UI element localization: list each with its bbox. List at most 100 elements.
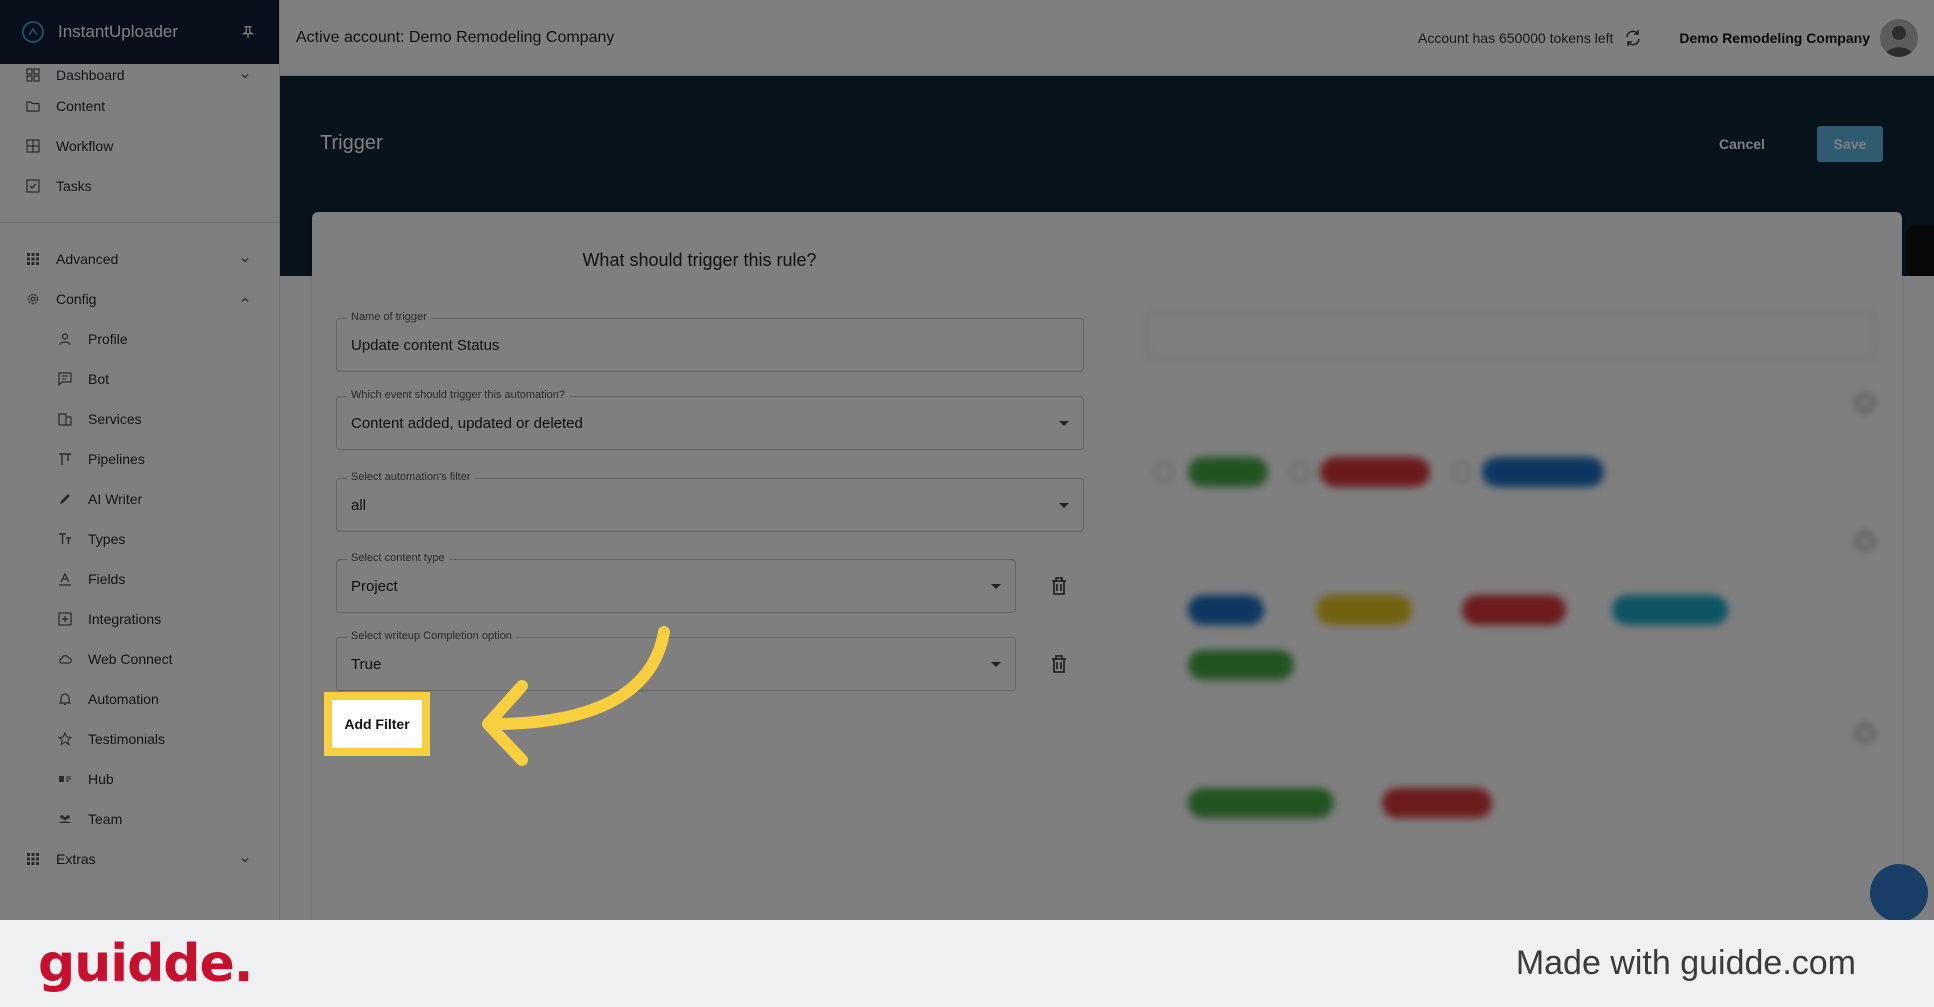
blurred-chip xyxy=(1188,650,1294,680)
sidebar-item-pipelines[interactable]: Pipelines xyxy=(0,439,279,479)
sidebar-item-testimonials[interactable]: Testimonials xyxy=(0,719,279,759)
blurred-radio xyxy=(1452,462,1472,482)
blurred-chip xyxy=(1320,457,1430,487)
sidebar-item-team[interactable]: Team xyxy=(0,799,279,839)
event-select[interactable]: Which event should trigger this automati… xyxy=(336,389,1084,450)
sidebar-item-advanced[interactable]: Advanced xyxy=(0,239,279,279)
folder-icon xyxy=(26,99,40,113)
chevron-down-icon xyxy=(239,253,251,265)
sidebar: InstantUploader Dashboard Content Workfl… xyxy=(0,0,280,920)
sidebar-item-hub[interactable]: Hub xyxy=(0,759,279,799)
field-label: Name of trigger xyxy=(347,311,431,323)
dropdown-arrow-icon xyxy=(991,661,1001,667)
cancel-button[interactable]: Cancel xyxy=(1702,126,1782,162)
blurred-chip xyxy=(1316,595,1412,625)
delete-writeup-filter-icon[interactable] xyxy=(1049,653,1069,675)
chat-icon xyxy=(58,372,72,386)
person-icon xyxy=(58,332,72,346)
plus-box-icon xyxy=(58,612,72,626)
sidebar-item-label: Integrations xyxy=(88,611,162,627)
sidebar-item-workflow[interactable]: Workflow xyxy=(0,126,279,166)
dashboard-icon xyxy=(26,68,40,82)
cloud-icon xyxy=(58,652,72,666)
save-button[interactable]: Save xyxy=(1817,126,1883,162)
blurred-chip xyxy=(1482,457,1604,487)
top-bar: Active account: Demo Remodeling Company … xyxy=(280,0,1934,76)
sidebar-item-label: Fields xyxy=(88,571,126,587)
company-name[interactable]: Demo Remodeling Company xyxy=(1679,30,1870,46)
automation-filter-select[interactable]: Select automation's filter all xyxy=(336,471,1084,532)
page-title: Trigger xyxy=(320,132,383,154)
sidebar-item-label: Tasks xyxy=(56,178,92,194)
grid-icon xyxy=(26,139,40,153)
sidebar-item-types[interactable]: Types xyxy=(0,519,279,559)
sidebar-item-label: Team xyxy=(88,811,123,827)
sidebar-item-label: Workflow xyxy=(56,138,114,154)
sidebar-item-integrations[interactable]: Integrations xyxy=(0,599,279,639)
blurred-chip xyxy=(1382,788,1492,818)
dropdown-arrow-icon xyxy=(1059,502,1069,508)
chevron-down-icon xyxy=(239,853,251,865)
blurred-field xyxy=(1146,312,1876,358)
tokens-info: Account has 650000 tokens left xyxy=(1418,28,1643,48)
blurred-radio xyxy=(1290,462,1310,482)
sidebar-item-label: Dashboard xyxy=(56,67,125,83)
field-label: Select content type xyxy=(347,552,449,564)
content-type-select[interactable]: Select content type Project xyxy=(336,552,1016,613)
bell-icon xyxy=(58,692,72,706)
sidebar-item-label: Advanced xyxy=(56,251,119,267)
sidebar-header: InstantUploader xyxy=(0,0,279,64)
plus-circle-icon xyxy=(1856,724,1874,742)
trigger-name-field[interactable]: Name of trigger Update content Status xyxy=(336,311,1084,372)
sidebar-item-content[interactable]: Content xyxy=(0,86,279,126)
sidebar-item-label: Content xyxy=(56,98,106,114)
avatar[interactable] xyxy=(1880,18,1918,57)
chevron-up-icon xyxy=(239,293,251,305)
field-value: Project xyxy=(351,577,398,595)
sidebar-item-ai-writer[interactable]: AI Writer xyxy=(0,479,279,519)
made-with-text: Made with guidde.com xyxy=(1515,944,1856,982)
refresh-icon[interactable] xyxy=(1623,28,1643,48)
sidebar-item-label: AI Writer xyxy=(88,491,143,507)
pin-icon[interactable] xyxy=(239,23,257,41)
sidebar-item-web-connect[interactable]: Web Connect xyxy=(0,639,279,679)
apps-icon xyxy=(26,852,40,866)
trigger-card: What should trigger this rule? Name of t… xyxy=(312,212,1902,932)
field-value: Content added, updated or deleted xyxy=(351,414,583,432)
sidebar-item-label: Hub xyxy=(88,771,114,787)
sidebar-item-tasks[interactable]: Tasks xyxy=(0,166,279,206)
sidebar-item-fields[interactable]: Fields xyxy=(0,559,279,599)
tokens-text: Account has 650000 tokens left xyxy=(1418,29,1614,46)
sidebar-item-profile[interactable]: Profile xyxy=(0,319,279,359)
dropdown-arrow-icon xyxy=(1059,420,1069,426)
sidebar-item-label: Config xyxy=(56,291,97,307)
brand-name: InstantUploader xyxy=(58,22,179,41)
side-feedback-tab[interactable] xyxy=(1906,226,1934,276)
guidde-footer: guidde. Made with guidde.com xyxy=(0,920,1934,1007)
sidebar-item-label: Services xyxy=(88,411,142,427)
sidebar-item-bot[interactable]: Bot xyxy=(0,359,279,399)
chevron-down-icon xyxy=(239,69,251,81)
star-icon xyxy=(58,732,72,746)
sidebar-item-automation[interactable]: Automation xyxy=(0,679,279,719)
sidebar-item-extras[interactable]: Extras xyxy=(0,839,279,879)
apps-icon xyxy=(26,252,40,266)
sidebar-item-dashboard[interactable]: Dashboard xyxy=(0,64,279,86)
blurred-status-panel xyxy=(1122,212,1902,932)
gear-icon xyxy=(26,292,40,306)
add-filter-button[interactable]: Add Filter xyxy=(332,700,422,748)
blurred-chip xyxy=(1462,595,1566,625)
building-icon xyxy=(58,412,72,426)
delete-content-type-icon[interactable] xyxy=(1049,575,1069,597)
chat-fab-button[interactable] xyxy=(1870,864,1928,922)
sidebar-item-config[interactable]: Config xyxy=(0,279,279,319)
blurred-chip xyxy=(1188,595,1264,625)
form-title: What should trigger this rule? xyxy=(582,250,817,270)
hub-icon xyxy=(58,772,72,786)
sidebar-item-label: Web Connect xyxy=(88,651,173,667)
sidebar-item-services[interactable]: Services xyxy=(0,399,279,439)
sidebar-divider xyxy=(0,222,279,223)
sidebar-item-label: Bot xyxy=(88,371,110,387)
blurred-radio xyxy=(1154,462,1174,482)
blurred-chip xyxy=(1612,595,1728,625)
